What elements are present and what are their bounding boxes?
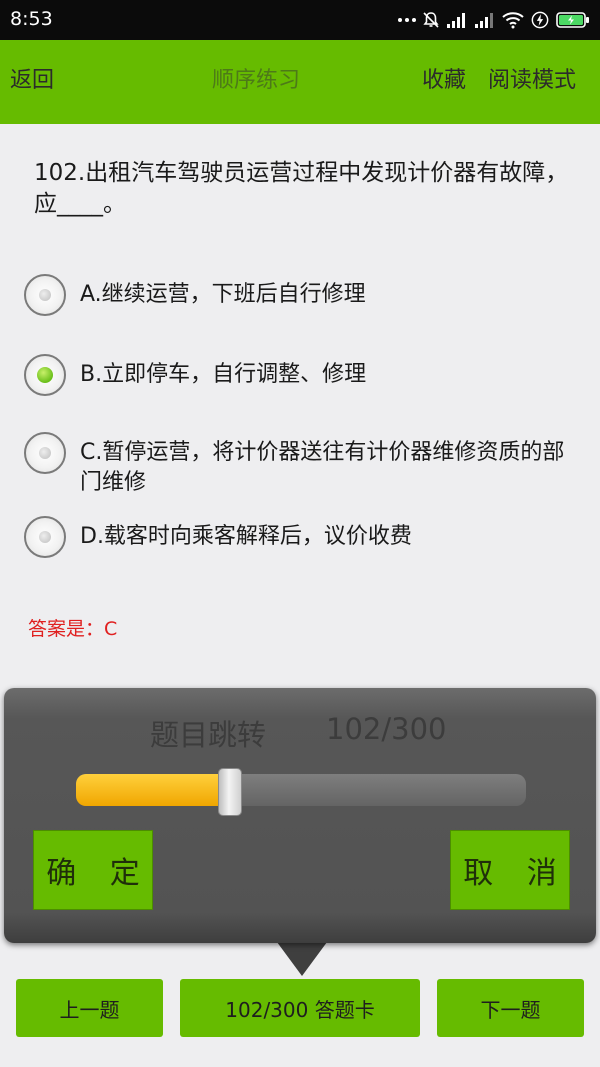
slider-fill <box>76 774 229 806</box>
confirm-button[interactable]: 确 定 <box>33 830 153 910</box>
prev-question-button[interactable]: 上一题 <box>16 979 163 1037</box>
option-label: D.载客时向乘客解释后，议价收费 <box>80 524 412 549</box>
option-c[interactable]: C.暂停运营，将计价器送往有计价器维修资质的部门维修 <box>24 432 584 498</box>
status-icons <box>398 9 590 31</box>
status-time: 8:53 <box>10 8 53 30</box>
option-label: B.立即停车，自行调整、修理 <box>80 362 367 387</box>
favorite-button[interactable]: 收藏 <box>422 66 466 96</box>
radio-icon[interactable] <box>24 274 66 316</box>
bottom-nav: 上一题 102/300 答题卡 下一题 <box>0 975 600 1067</box>
answer-card-button[interactable]: 102/300 答题卡 <box>180 979 420 1037</box>
dialog-title: 题目跳转 <box>150 718 267 752</box>
page-title: 顺序练习 <box>212 68 301 93</box>
option-label: A.继续运营，下班后自行修理 <box>80 282 366 307</box>
dialog-progress-text: 102/300 <box>326 712 447 746</box>
reading-mode-button[interactable]: 阅读模式 <box>488 66 576 96</box>
jump-dialog: 题目跳转 102/300 确 定 取 消 <box>4 688 596 943</box>
radio-icon[interactable] <box>24 432 66 474</box>
signal-icon <box>447 13 465 28</box>
slider-thumb[interactable] <box>218 768 242 816</box>
more-dots-icon <box>398 11 416 29</box>
wifi-icon <box>502 12 524 29</box>
question-slider[interactable] <box>76 774 526 806</box>
signal-icon-2 <box>475 13 493 28</box>
battery-icon <box>556 12 589 28</box>
next-question-button[interactable]: 下一题 <box>437 979 584 1037</box>
question-text: 102.出租汽车驾驶员运营过程中发现计价器有故障，应____。 <box>34 160 569 217</box>
radio-icon[interactable] <box>24 516 66 558</box>
option-label: C.暂停运营，将计价器送往有计价器维修资质的部门维修 <box>80 440 565 495</box>
option-a[interactable]: A.继续运营，下班后自行修理 <box>24 274 584 316</box>
charging-icon <box>531 11 549 29</box>
option-d[interactable]: D.载客时向乘客解释后，议价收费 <box>24 516 584 558</box>
mute-icon <box>423 12 439 28</box>
dialog-pointer <box>274 938 330 976</box>
cancel-button[interactable]: 取 消 <box>450 830 570 910</box>
back-button[interactable]: 返回 <box>10 66 54 96</box>
radio-checked-icon[interactable] <box>24 354 66 396</box>
app-bar: 返回 顺序练习 收藏 阅读模式 <box>0 40 600 124</box>
answer-text: 答案是：C <box>28 618 118 640</box>
option-b[interactable]: B.立即停车，自行调整、修理 <box>24 354 584 396</box>
status-bar: 8:53 <box>0 0 600 40</box>
